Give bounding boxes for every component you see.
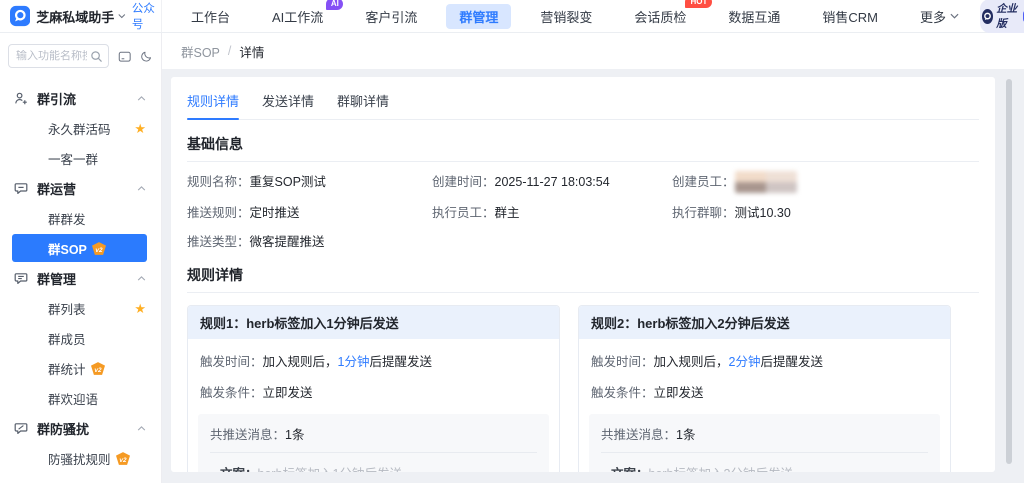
rule-1-title: 规则1：herb标签加入1分钟后发送 — [188, 306, 559, 339]
nav-item-data-integration[interactable]: 数据互通 — [715, 4, 793, 29]
sidebar-item-group-welcome-message[interactable]: 群欢迎语 — [0, 383, 161, 413]
field-rule-name: 规则名称： 重复SOP测试 — [187, 174, 432, 193]
sidebar-section-anti-harassment[interactable]: 群防骚扰 — [0, 413, 161, 443]
nav-item-group-management[interactable]: 群管理 — [446, 4, 511, 29]
svg-text:v2: v2 — [95, 247, 103, 254]
field-executor: 执行员工： 群主 — [432, 205, 672, 222]
field-push-type: 推送类型： 微客提醒推送 — [187, 234, 432, 251]
rule-1-message-count: 共推送消息：1条 — [210, 424, 537, 453]
field-execute-chat: 执行群聊： 测试10.30 — [672, 205, 979, 222]
plan-logo-icon — [982, 9, 993, 24]
rule-1-copywriting: 文案：herb标签加入1分钟后发送 — [210, 453, 537, 472]
search-icon — [90, 50, 103, 63]
topbar-right: 企业版 v3 — [980, 0, 1024, 33]
field-create-time: 创建时间： 2025-11-27 18:03:54 — [432, 174, 672, 193]
breadcrumb-separator: / — [228, 44, 231, 58]
account-type-label[interactable]: 公众号 — [132, 0, 161, 32]
chevron-up-icon — [137, 96, 146, 101]
sidebar-item-one-customer-one-group[interactable]: 一客一群 — [0, 143, 161, 173]
vip-diamond-badge: v2 — [116, 452, 130, 465]
tab-rule-details[interactable]: 规则详情 — [187, 91, 239, 119]
dark-mode-moon-icon[interactable] — [140, 49, 153, 64]
sidebar-item-group-statistics[interactable]: 群统计 v2 — [0, 353, 161, 383]
sidebar-section-group-management[interactable]: 群管理 — [0, 263, 161, 293]
detail-tabs: 规则详情 发送详情 群聊详情 — [187, 77, 979, 120]
rule-2-trigger-condition: 触发条件：立即发送 — [591, 385, 938, 401]
brand-chevron-down-icon — [118, 13, 126, 19]
chat-lines-icon — [14, 271, 28, 285]
rule-2-message-box: 共推送消息：1条 文案：herb标签加入2分钟后发送 — [589, 414, 940, 472]
plan-badge: 企业版 v3 — [980, 0, 1024, 33]
user-plus-icon — [14, 91, 28, 105]
nav-item-more[interactable]: 更多 — [907, 4, 972, 29]
main-nav: 工作台 AI工作流AI 客户引流 群管理 营销裂变 会话质检HOT 数据互通 销… — [162, 0, 980, 32]
app-title: 芝麻私域助手 — [36, 7, 114, 26]
sidebar-toolbar — [0, 33, 161, 77]
rule-1-trigger-time: 触发时间：加入规则后，1分钟后提醒发送 — [200, 354, 547, 370]
basic-info-grid: 规则名称： 重复SOP测试 创建时间： 2025-11-27 18:03:54 … — [187, 162, 979, 263]
nav-item-customer-acquisition[interactable]: 客户引流 — [352, 4, 430, 29]
basic-info-heading: 基础信息 — [187, 134, 979, 162]
nav-item-sales-crm[interactable]: 销售CRM — [809, 4, 891, 29]
tab-chat-details[interactable]: 群聊详情 — [337, 91, 389, 119]
breadcrumb-parent-link[interactable]: 群SOP — [181, 42, 220, 61]
sidebar-menu: 群引流 永久群活码 ★ 一客一群 群运营 群群发 群SOP v2 — [0, 77, 161, 483]
tab-send-details[interactable]: 发送详情 — [262, 91, 314, 119]
svg-text:v2: v2 — [119, 457, 127, 464]
brand-area[interactable]: 芝麻私域助手 公众号 — [0, 0, 162, 32]
rule-1-message-box: 共推送消息：1条 文案：herb标签加入1分钟后发送 — [198, 414, 549, 472]
nav-item-ai-workflow[interactable]: AI工作流AI — [259, 4, 336, 29]
nav-item-marketing-fission[interactable]: 营销裂变 — [527, 4, 605, 29]
sidebar-section-group-operation[interactable]: 群运营 — [0, 173, 161, 203]
nav-item-workbench[interactable]: 工作台 — [178, 4, 243, 29]
rule-2-trigger-time: 触发时间：加入规则后，2分钟后提醒发送 — [591, 354, 938, 370]
chevron-down-icon — [950, 13, 959, 19]
vip-diamond-badge: v2 — [91, 362, 105, 375]
collapse-panel-icon[interactable] — [118, 49, 131, 64]
rule-card-1: 规则1：herb标签加入1分钟后发送 触发时间：加入规则后，1分钟后提醒发送 触… — [187, 305, 560, 472]
favorite-star-icon[interactable]: ★ — [134, 302, 146, 315]
top-navbar: 芝麻私域助手 公众号 工作台 AI工作流AI 客户引流 群管理 营销裂变 会话质… — [0, 0, 1024, 33]
rule-details-heading: 规则详情 — [187, 265, 979, 293]
rule-1-trigger-condition: 触发条件：立即发送 — [200, 385, 547, 401]
sidebar-item-trigger-details[interactable]: 触发明细 — [0, 473, 161, 483]
sidebar-item-group-mass-send[interactable]: 群群发 — [0, 203, 161, 233]
sidebar-item-anti-harassment-rules[interactable]: 防骚扰规则 v2 — [0, 443, 161, 473]
chat-bubble-icon — [14, 181, 28, 195]
breadcrumb: 群SOP / 详情 — [162, 33, 1024, 69]
svg-text:v2: v2 — [94, 367, 102, 374]
field-push-rule: 推送规则： 定时推送 — [187, 205, 432, 222]
sidebar: 群引流 永久群活码 ★ 一客一群 群运营 群群发 群SOP v2 — [0, 33, 162, 483]
sidebar-search — [8, 44, 109, 68]
vip-diamond-badge: v2 — [92, 242, 106, 255]
rule-2-message-count: 共推送消息：1条 — [601, 424, 928, 453]
hot-badge: HOT — [685, 0, 712, 8]
chevron-up-icon — [137, 186, 146, 191]
chevron-up-icon — [137, 276, 146, 281]
chevron-up-icon — [137, 426, 146, 431]
rule-card-2: 规则2：herb标签加入2分钟后发送 触发时间：加入规则后，2分钟后提醒发送 触… — [578, 305, 951, 472]
search-input[interactable] — [9, 50, 87, 62]
ai-badge: AI — [326, 0, 343, 10]
rule-2-title: 规则2：herb标签加入2分钟后发送 — [579, 306, 950, 339]
rules-grid: 规则1：herb标签加入1分钟后发送 触发时间：加入规则后，1分钟后提醒发送 触… — [187, 305, 979, 472]
sidebar-section-group-acquisition[interactable]: 群引流 — [0, 83, 161, 113]
rule-2-copywriting: 文案：herb标签加入2分钟后发送 — [601, 453, 928, 472]
breadcrumb-current: 详情 — [239, 42, 264, 61]
detail-card: 规则详情 发送详情 群聊详情 基础信息 规则名称： 重复SOP测试 创建时间： … — [171, 77, 995, 472]
main-area: 群SOP / 详情 规则详情 发送详情 群聊详情 基础信息 规则名称： 重复SO… — [162, 33, 1024, 483]
field-creator: 创建员工： — [672, 174, 979, 193]
sidebar-item-group-members[interactable]: 群成员 — [0, 323, 161, 353]
sidebar-item-group-list[interactable]: 群列表 ★ — [0, 293, 161, 323]
chat-shield-icon — [14, 421, 28, 435]
vertical-scrollbar[interactable] — [1006, 79, 1012, 464]
app-logo-icon — [10, 4, 30, 28]
creator-name-redacted — [735, 171, 797, 193]
sidebar-item-permanent-group-qr[interactable]: 永久群活码 ★ — [0, 113, 161, 143]
plan-name: 企业版 — [996, 1, 1020, 31]
nav-item-conversation-qc[interactable]: 会话质检HOT — [621, 4, 699, 29]
sidebar-item-group-sop[interactable]: 群SOP v2 — [12, 234, 147, 262]
favorite-star-icon[interactable]: ★ — [134, 122, 146, 135]
